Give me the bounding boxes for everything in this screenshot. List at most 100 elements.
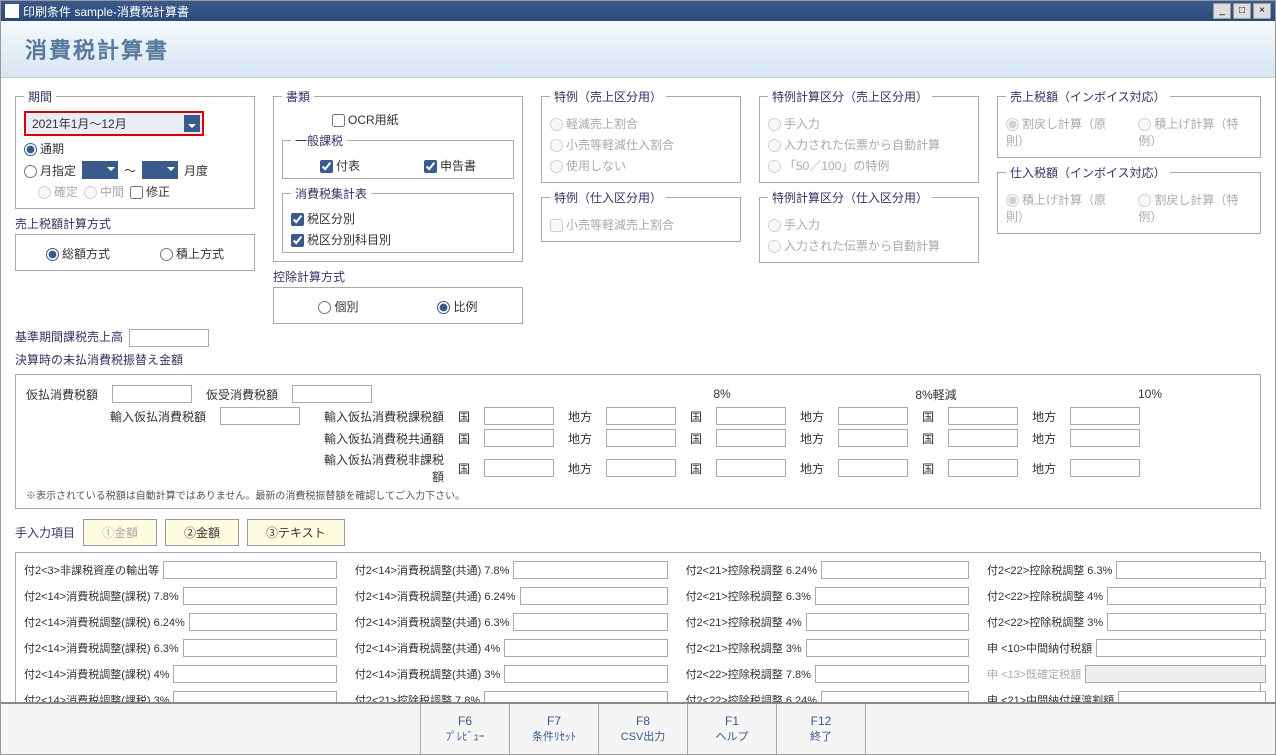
settlement-box: 仮払消費税額 仮受消費税額 8% 8%軽減 10% 輸入仮払消費税額 輸入仮払消…: [15, 374, 1261, 509]
manual-item-input[interactable]: [163, 561, 337, 579]
prov-paid-input[interactable]: [112, 385, 192, 403]
individual-radio[interactable]: 個別: [318, 298, 358, 315]
f12-exit[interactable]: F12終了: [776, 704, 866, 754]
settle-input[interactable]: [716, 429, 786, 447]
manual-item-input[interactable]: [1116, 561, 1266, 579]
titlebar: 印刷条件 sample-消費税計算書 _ □ ×: [1, 1, 1275, 21]
manual-item-input[interactable]: [821, 691, 969, 702]
manual-item-input[interactable]: [183, 639, 337, 657]
ocr-check[interactable]: OCR用紙: [332, 113, 399, 127]
base-period-label: 基準期間課税売上高: [15, 328, 123, 345]
settle-input[interactable]: [484, 429, 554, 447]
manual-item-label: 付2<21>控除税調整 3%: [686, 640, 802, 656]
month-to-dropdown[interactable]: [142, 161, 178, 179]
manual-item-input[interactable]: [815, 587, 969, 605]
f6-preview[interactable]: F6ﾌﾟﾚﾋﾞｭｰ: [420, 704, 510, 754]
manual-item-label: 付2<21>控除税調整 6.3%: [686, 588, 811, 604]
manual-item-label: 付2<21>控除税調整 4%: [686, 614, 802, 630]
settlement-note: ※表示されている税額は自動計算ではありません。最新の消費税振替額を確認してご入力…: [26, 487, 1250, 502]
function-key-bar: F6ﾌﾟﾚﾋﾞｭｰ F7条件ﾘｾｯﾄ F8CSV出力 F1ヘルプ F12終了: [1, 702, 1275, 754]
revise-check[interactable]: 修正: [130, 183, 170, 200]
f7-reset[interactable]: F7条件ﾘｾｯﾄ: [509, 704, 599, 754]
tab-amount2[interactable]: ②金額: [165, 519, 239, 546]
manual-item-input[interactable]: [806, 639, 969, 657]
manual-item-label: 付2<14>消費税調整(共通) 7.8%: [355, 562, 510, 578]
settle-input[interactable]: [948, 459, 1018, 477]
special-sales-group: 特例（売上区分用） 軽減売上割合 小売等軽減仕入割合 使用しない: [541, 88, 741, 183]
by-class-acct-check[interactable]: 税区分別科目別: [291, 233, 391, 247]
settle-input[interactable]: [838, 407, 908, 425]
maximize-button[interactable]: □: [1233, 3, 1251, 19]
manual-item-input[interactable]: [173, 691, 336, 702]
manual-item-label: 付2<22>控除税調整 4%: [987, 588, 1103, 604]
settle-input[interactable]: [1070, 429, 1140, 447]
report-check[interactable]: 申告書: [424, 157, 476, 174]
special-purchase-group: 特例（仕入区分用） 小売等軽減売上割合: [541, 189, 741, 242]
manual-item-input[interactable]: [821, 561, 969, 579]
manual-item-label: 付2<22>控除税調整 6.24%: [686, 692, 817, 702]
manual-item-input[interactable]: [189, 613, 337, 631]
tab-text[interactable]: ③テキスト: [247, 519, 345, 546]
f8-csv[interactable]: F8CSV出力: [598, 704, 688, 754]
summary-group: 消費税集計表 税区分別 税区分別科目別: [282, 185, 514, 253]
manual-item-input[interactable]: [806, 613, 969, 631]
calc-purchase-group: 特例計算区分（仕入区分用） 手入力 入力された伝票から自動計算: [759, 189, 979, 263]
settle-input[interactable]: [606, 459, 676, 477]
total-method-radio[interactable]: 総額方式: [46, 245, 110, 262]
deduct-group: 個別 比例: [273, 287, 523, 324]
manual-item-label: 申 <21>中間納付譲渡割額: [987, 692, 1114, 702]
settle-input[interactable]: [1070, 459, 1140, 477]
prov-recv-input[interactable]: [292, 385, 372, 403]
manual-item-input[interactable]: [183, 587, 337, 605]
settle-input[interactable]: [484, 459, 554, 477]
manual-grid: 付2<3>非課税資産の輸出等付2<14>消費税調整(共通) 7.8%付2<21>…: [15, 552, 1261, 702]
manual-item-input[interactable]: [1118, 691, 1266, 702]
deduct-label: 控除計算方式: [273, 268, 523, 285]
tab-amount1[interactable]: ①金額: [83, 519, 157, 546]
manual-item-label: 付2<14>消費税調整(共通) 3%: [355, 666, 500, 682]
general-tax-group: 一般課税 付表 申告書: [282, 132, 514, 179]
settle-input[interactable]: [716, 407, 786, 425]
manual-item-input[interactable]: [513, 613, 667, 631]
settle-input[interactable]: [606, 429, 676, 447]
base-period-input[interactable]: [129, 329, 209, 347]
manual-item-input[interactable]: [504, 665, 667, 683]
settle-input[interactable]: [948, 407, 1018, 425]
attach-check[interactable]: 付表: [320, 157, 360, 174]
import-prov-input[interactable]: [220, 407, 300, 425]
manual-item-input[interactable]: [173, 665, 336, 683]
f1-help[interactable]: F1ヘルプ: [687, 704, 777, 754]
page-title: 消費税計算書: [1, 21, 1275, 78]
manual-item-input[interactable]: [1107, 613, 1266, 631]
month-spec-radio[interactable]: 月指定: [24, 162, 76, 179]
manual-item-label: 付2<22>控除税調整 3%: [987, 614, 1103, 630]
manual-item-input[interactable]: [504, 639, 667, 657]
manual-item-input[interactable]: [513, 561, 667, 579]
settle-input[interactable]: [838, 429, 908, 447]
settle-input[interactable]: [606, 407, 676, 425]
settle-input[interactable]: [1070, 407, 1140, 425]
minimize-button[interactable]: _: [1213, 3, 1231, 19]
manual-item-label: 付2<14>消費税調整(課税) 6.3%: [24, 640, 179, 656]
full-term-radio[interactable]: 通期: [24, 140, 64, 157]
stack-method-radio[interactable]: 積上方式: [160, 245, 224, 262]
settle-input[interactable]: [716, 459, 786, 477]
manual-item-input[interactable]: [520, 587, 668, 605]
manual-item-input[interactable]: [1096, 639, 1266, 657]
period-dropdown[interactable]: 2021年1月～12月: [24, 111, 204, 136]
settle-input[interactable]: [838, 459, 908, 477]
close-button[interactable]: ×: [1253, 3, 1271, 19]
manual-label: 手入力項目: [15, 524, 75, 541]
manual-item-label: 付2<14>消費税調整(共通) 6.3%: [355, 614, 510, 630]
app-icon: [5, 4, 19, 18]
manual-item-input[interactable]: [815, 665, 969, 683]
manual-item-label: 付2<14>消費税調整(課税) 4%: [24, 666, 169, 682]
settle-input[interactable]: [484, 407, 554, 425]
manual-item-input[interactable]: [484, 691, 667, 702]
confirm-radio: 確定: [38, 183, 78, 200]
month-from-dropdown[interactable]: [82, 161, 118, 179]
settle-input[interactable]: [948, 429, 1018, 447]
manual-item-input[interactable]: [1107, 587, 1266, 605]
by-class-check[interactable]: 税区分別: [291, 212, 355, 226]
proportional-radio[interactable]: 比例: [437, 298, 477, 315]
